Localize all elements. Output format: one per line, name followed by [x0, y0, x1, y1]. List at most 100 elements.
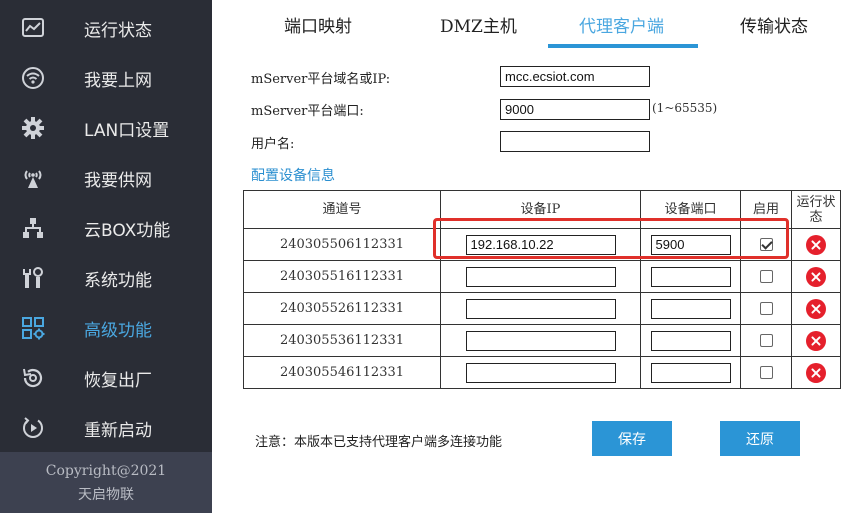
sidebar-item-label: 云BOX功能 — [84, 221, 171, 241]
enabled-cell — [740, 356, 792, 389]
domain-input[interactable] — [500, 66, 650, 87]
table-row: 240305536112331 — [243, 324, 841, 357]
error-status-icon[interactable] — [806, 298, 826, 319]
username-input[interactable] — [500, 131, 650, 152]
device-ip-input[interactable] — [465, 362, 616, 383]
gear-icon — [20, 115, 46, 141]
sidebar-item-label: 运行状态 — [84, 21, 152, 41]
save-button[interactable]: 保存 — [592, 421, 672, 456]
username-label: 用户名: — [251, 137, 295, 152]
device-port-input[interactable] — [650, 330, 731, 351]
enabled-cell — [740, 292, 792, 325]
sidebar-item-internet[interactable]: 我要上网 — [0, 52, 212, 102]
port-cell — [640, 324, 741, 357]
tab-transfer-status[interactable]: 传输状态 — [740, 12, 808, 37]
sidebar-item-advanced[interactable]: 高级功能 — [0, 302, 212, 352]
domain-label: mServer平台域名或IP: — [251, 72, 391, 87]
status-cell — [791, 228, 841, 261]
table-row: 240305526112331 — [243, 292, 841, 325]
status-cell — [791, 356, 841, 389]
enabled-cell — [740, 228, 792, 261]
channel-cell: 240305536112331 — [243, 324, 441, 357]
device-port-input[interactable] — [650, 362, 731, 383]
error-status-icon[interactable] — [806, 234, 826, 255]
header-run-status: 运行状态 — [791, 190, 841, 229]
sidebar-item-label: 系统功能 — [84, 271, 152, 291]
enabled-cell — [740, 260, 792, 293]
sidebar-item-factory-reset[interactable]: 恢复出厂 — [0, 352, 212, 402]
port-cell — [640, 260, 741, 293]
channel-cell: 240305506112331 — [243, 228, 441, 261]
ip-cell — [440, 228, 641, 261]
antenna-icon — [20, 165, 46, 191]
config-device-info-link[interactable]: 配置设备信息 — [251, 165, 335, 185]
enable-checkbox[interactable] — [759, 238, 773, 251]
header-device-ip: 设备IP — [440, 190, 641, 229]
device-port-input[interactable] — [650, 298, 731, 319]
sidebar-item-reboot[interactable]: 重新启动 — [0, 402, 212, 452]
port-range-hint: (1~65535) — [652, 101, 718, 115]
copyright-text: Copyright@2021 — [45, 463, 167, 479]
port-input[interactable] — [500, 99, 650, 120]
device-port-input[interactable] — [650, 234, 731, 255]
port-cell — [640, 356, 741, 389]
device-ip-input[interactable] — [465, 266, 616, 287]
device-table: 通道号 设备IP 设备端口 启用 运行状态 240305506112331 24… — [243, 190, 841, 389]
table-row: 240305546112331 — [243, 356, 841, 389]
tab-proxy-client[interactable]: 代理客户端 — [579, 12, 664, 37]
sidebar-item-status[interactable]: 运行状态 — [0, 2, 212, 52]
device-port-input[interactable] — [650, 266, 731, 287]
status-cell — [791, 292, 841, 325]
header-channel: 通道号 — [243, 190, 441, 229]
monitor-chart-icon — [20, 15, 46, 41]
company-name: 天启物联 — [78, 487, 134, 503]
tab-dmz-host[interactable]: DMZ主机 — [440, 12, 517, 37]
restore-button[interactable]: 还原 — [720, 421, 800, 456]
enable-checkbox[interactable] — [759, 334, 773, 347]
status-cell — [791, 260, 841, 293]
header-device-port: 设备端口 — [640, 190, 741, 229]
sidebar-item-label: 我要供网 — [84, 171, 152, 191]
note-text: 注意：本版本已支持代理客户端多连接功能 — [255, 435, 503, 450]
ip-cell — [440, 324, 641, 357]
port-label: mServer平台端口: — [251, 104, 364, 119]
tools-icon — [20, 265, 46, 291]
status-cell — [791, 324, 841, 357]
sidebar-item-system[interactable]: 系统功能 — [0, 252, 212, 302]
ip-cell — [440, 260, 641, 293]
power-icon — [20, 415, 46, 441]
enabled-cell — [740, 324, 792, 357]
enable-checkbox[interactable] — [759, 366, 773, 379]
network-tree-icon — [20, 215, 46, 241]
channel-cell: 240305526112331 — [243, 292, 441, 325]
enable-checkbox[interactable] — [759, 270, 773, 283]
sidebar-item-lan[interactable]: LAN口设置 — [0, 102, 212, 152]
device-ip-input[interactable] — [465, 234, 616, 255]
sidebar-item-label: LAN口设置 — [84, 121, 170, 141]
error-status-icon[interactable] — [806, 266, 826, 287]
sidebar-item-label: 重新启动 — [84, 421, 152, 441]
sidebar-item-label: 恢复出厂 — [84, 371, 152, 391]
active-tab-indicator — [548, 44, 698, 48]
port-cell — [640, 292, 741, 325]
tab-port-mapping[interactable]: 端口映射 — [284, 12, 352, 37]
sidebar: 运行状态 我要上网 LAN口设置 我要供网 云BOX功能 系统功能 高级功能 恢… — [0, 0, 212, 513]
ip-cell — [440, 356, 641, 389]
sidebar-item-cloudbox[interactable]: 云BOX功能 — [0, 202, 212, 252]
enable-checkbox[interactable] — [759, 302, 773, 315]
sidebar-item-label: 我要上网 — [84, 71, 152, 91]
device-ip-input[interactable] — [465, 298, 616, 319]
port-cell — [640, 228, 741, 261]
restore-icon — [20, 365, 46, 391]
channel-cell: 240305516112331 — [243, 260, 441, 293]
table-header-row: 通道号 设备IP 设备端口 启用 运行状态 — [243, 190, 841, 229]
error-status-icon[interactable] — [806, 362, 826, 383]
table-row: 240305516112331 — [243, 260, 841, 293]
sidebar-item-label: 高级功能 — [84, 321, 152, 341]
sidebar-item-provide[interactable]: 我要供网 — [0, 152, 212, 202]
grid-gear-icon — [20, 315, 46, 341]
ip-cell — [440, 292, 641, 325]
device-ip-input[interactable] — [465, 330, 616, 351]
error-status-icon[interactable] — [806, 330, 826, 351]
wifi-icon — [20, 65, 46, 91]
